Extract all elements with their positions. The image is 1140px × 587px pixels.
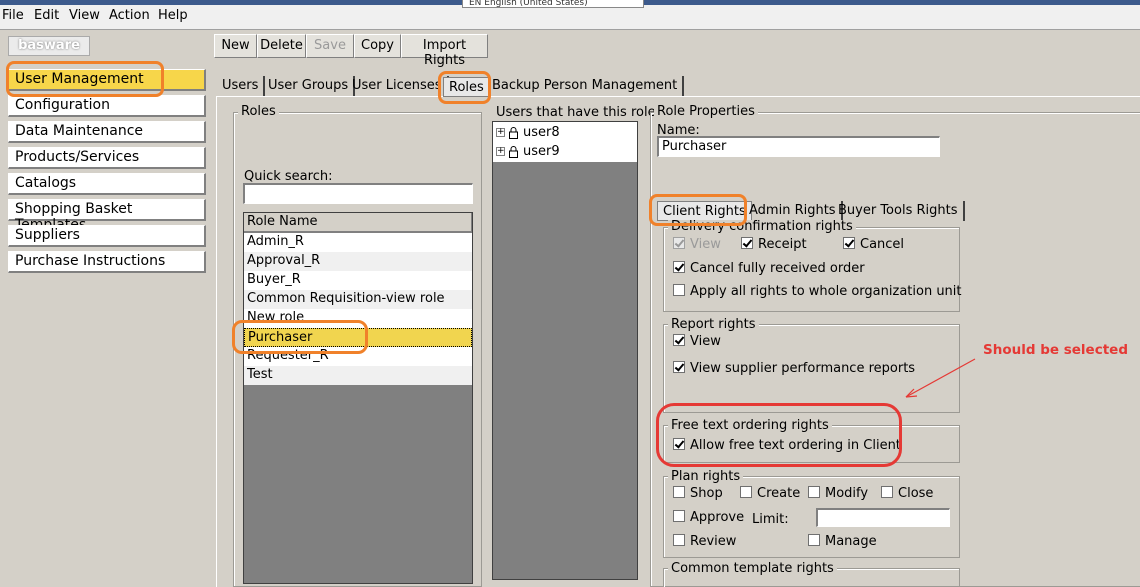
checkbox-box[interactable] xyxy=(673,486,685,498)
delete-button[interactable]: Delete xyxy=(257,34,306,58)
tree-item-user8[interactable]: + user8 xyxy=(496,125,560,143)
menu-help[interactable]: Help xyxy=(158,8,188,23)
sidebar-item-products-services[interactable]: Products/Services xyxy=(8,147,206,169)
quick-search-input[interactable] xyxy=(243,183,473,204)
tree-item-user9[interactable]: + user9 xyxy=(496,144,560,162)
user-name: user9 xyxy=(523,144,560,159)
expand-icon[interactable]: + xyxy=(496,147,505,156)
sidebar-item-configuration[interactable]: Configuration xyxy=(8,95,206,117)
plan-shop-checkbox[interactable]: Shop xyxy=(673,486,723,504)
role-row-buyer-r[interactable]: Buyer_R xyxy=(244,271,472,290)
report-rights-title: Report rights xyxy=(668,317,759,332)
menu-edit[interactable]: Edit xyxy=(34,8,59,23)
lock-icon xyxy=(509,145,518,158)
copy-button[interactable]: Copy xyxy=(354,34,401,58)
role-row-common-requisition-view[interactable]: Common Requisition-view role xyxy=(244,290,472,309)
checkbox-box[interactable] xyxy=(673,284,685,296)
limit-label: Limit: xyxy=(752,512,789,527)
checkbox-box[interactable] xyxy=(673,534,685,546)
users-group-title: Users that have this role xyxy=(494,105,658,120)
menu-bar: File Edit View Action Help EN English (U… xyxy=(0,0,1140,30)
sidebar-item-data-maintenance[interactable]: Data Maintenance xyxy=(8,121,206,143)
save-button[interactable]: Save xyxy=(306,34,354,58)
tab-user-groups[interactable]: User Groups xyxy=(263,76,356,96)
sidebar-item-suppliers[interactable]: Suppliers xyxy=(8,225,206,247)
plan-create-checkbox[interactable]: Create xyxy=(740,486,800,504)
sidebar-item-purchase-instructions[interactable]: Purchase Instructions xyxy=(8,251,206,273)
basware-logo: basware xyxy=(8,36,90,56)
import-rights-button[interactable]: Import Rights xyxy=(401,34,488,68)
sidebar-item-shopping-basket-templates[interactable]: Shopping Basket Templates xyxy=(8,199,206,233)
checkbox-box[interactable] xyxy=(673,334,685,346)
roles-group-title: Roles xyxy=(238,104,279,119)
highlight-purchaser-row xyxy=(232,320,368,354)
checkbox-box[interactable] xyxy=(673,261,685,273)
annotation-arrow-icon xyxy=(905,358,976,398)
supplier-performance-checkbox[interactable]: View supplier performance reports xyxy=(673,361,915,379)
lock-icon xyxy=(509,126,518,139)
plan-manage-checkbox[interactable]: Manage xyxy=(808,534,877,552)
checkbox-box[interactable] xyxy=(808,534,820,546)
sidebar-item-catalogs[interactable]: Catalogs xyxy=(8,173,206,195)
role-properties-title: Role Properties xyxy=(654,104,758,119)
role-list: Role Name Admin_R Approval_R Buyer_R Com… xyxy=(243,212,473,584)
role-name-column-header[interactable]: Role Name xyxy=(244,213,472,232)
annotation-note: Should be selected xyxy=(983,342,1128,358)
checkbox-box[interactable] xyxy=(673,237,685,249)
tab-admin-rights[interactable]: Admin Rights xyxy=(744,201,843,221)
tab-users[interactable]: Users xyxy=(217,76,266,96)
checkbox-box[interactable] xyxy=(881,486,893,498)
plan-rights-title: Plan rights xyxy=(668,469,744,484)
language-label: EN English (United States) xyxy=(469,0,588,8)
tab-buyer-tools-rights[interactable]: Buyer Tools Rights xyxy=(833,201,965,221)
plan-modify-checkbox[interactable]: Modify xyxy=(808,486,868,504)
language-selector[interactable]: EN English (United States) xyxy=(462,0,644,8)
highlight-user-management xyxy=(6,61,164,97)
checkbox-box[interactable] xyxy=(673,510,685,522)
highlight-roles-tab xyxy=(438,71,491,104)
highlight-client-rights-tab xyxy=(649,194,747,226)
highlight-free-text-ordering xyxy=(656,403,902,467)
checkbox-box[interactable] xyxy=(740,486,752,498)
role-row-test[interactable]: Test xyxy=(244,366,472,385)
plan-close-checkbox[interactable]: Close xyxy=(881,486,933,504)
menu-action[interactable]: Action xyxy=(109,8,150,23)
delivery-view-checkbox[interactable]: View xyxy=(673,237,721,255)
role-row-approval-r[interactable]: Approval_R xyxy=(244,252,472,271)
checkbox-box[interactable] xyxy=(843,237,855,249)
new-button[interactable]: New xyxy=(214,34,257,58)
menu-file[interactable]: File xyxy=(2,8,24,23)
tab-user-licenses[interactable]: User Licenses xyxy=(347,76,449,96)
plan-approve-checkbox[interactable]: Approve xyxy=(673,510,744,528)
expand-icon[interactable]: + xyxy=(496,128,505,137)
limit-input[interactable] xyxy=(816,508,950,527)
checkbox-box[interactable] xyxy=(808,486,820,498)
report-view-checkbox[interactable]: View xyxy=(673,334,721,352)
checkbox-box[interactable] xyxy=(741,237,753,249)
users-tree: + user8 + user9 xyxy=(492,121,638,580)
user-name: user8 xyxy=(523,125,560,140)
delivery-receipt-checkbox[interactable]: Receipt xyxy=(741,237,807,255)
plan-review-checkbox[interactable]: Review xyxy=(673,534,736,552)
role-row-admin-r[interactable]: Admin_R xyxy=(244,233,472,252)
common-template-rights-title: Common template rights xyxy=(668,561,837,576)
delivery-cancel-checkbox[interactable]: Cancel xyxy=(843,237,904,255)
menu-view[interactable]: View xyxy=(69,8,100,23)
role-name-input[interactable]: Purchaser xyxy=(657,136,940,157)
cancel-fully-received-checkbox[interactable]: Cancel fully received order xyxy=(673,261,865,279)
apply-all-rights-checkbox[interactable]: Apply all rights to whole organization u… xyxy=(673,284,962,302)
quick-search-label: Quick search: xyxy=(244,169,333,184)
tab-backup-person-management[interactable]: Backup Person Management xyxy=(487,76,685,96)
checkbox-box[interactable] xyxy=(673,361,685,373)
